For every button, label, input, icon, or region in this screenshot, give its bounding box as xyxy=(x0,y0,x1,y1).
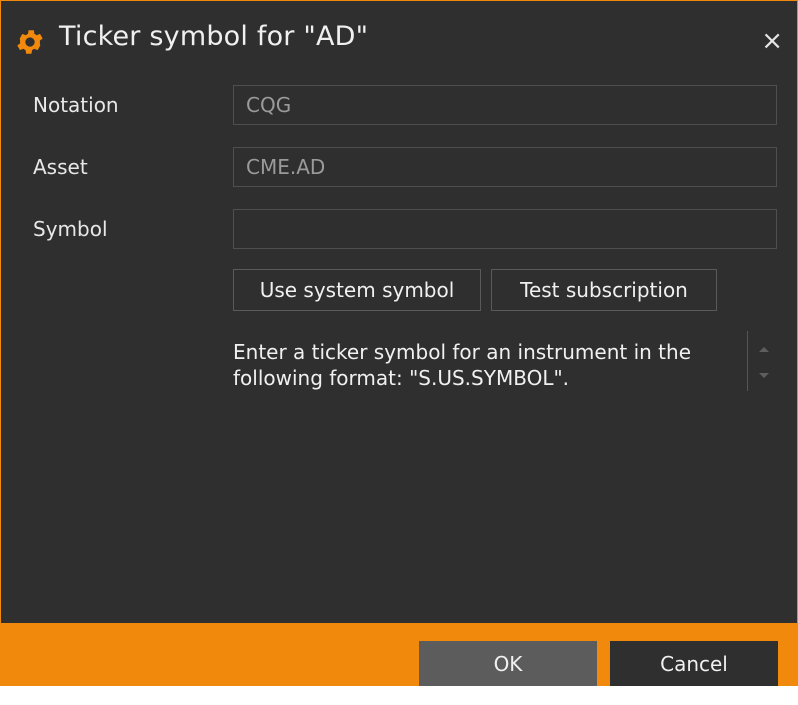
title-bar[interactable]: Ticker symbol for "AD" × xyxy=(1,1,797,81)
scroll-down-icon[interactable] xyxy=(759,373,769,378)
asset-field[interactable] xyxy=(233,147,777,187)
symbol-label: Symbol xyxy=(33,217,108,241)
help-text-scrollbar[interactable] xyxy=(747,331,778,391)
dialog-footer: OK Cancel xyxy=(1,623,797,686)
help-text-line-2: following format: "S.US.SYMBOL". xyxy=(233,366,570,390)
gear-icon xyxy=(17,30,43,54)
notation-label: Notation xyxy=(33,93,119,117)
symbol-input[interactable] xyxy=(233,209,777,249)
scroll-up-icon[interactable] xyxy=(759,347,769,352)
use-system-symbol-button[interactable]: Use system symbol xyxy=(233,269,481,311)
dialog-body: Notation Asset Symbol Use system symbol … xyxy=(1,81,797,623)
asset-label: Asset xyxy=(33,155,88,179)
dialog-title: Ticker symbol for "AD" xyxy=(59,21,369,52)
help-text: Enter a ticker symbol for an instrument … xyxy=(233,339,733,391)
cancel-button[interactable]: Cancel xyxy=(610,641,778,686)
ticker-symbol-dialog: Ticker symbol for "AD" × Notation Asset … xyxy=(0,0,798,686)
test-subscription-button[interactable]: Test subscription xyxy=(491,269,717,311)
close-icon[interactable]: × xyxy=(761,25,783,57)
ok-button[interactable]: OK xyxy=(419,641,597,686)
notation-field[interactable] xyxy=(233,85,777,125)
help-text-line-1: Enter a ticker symbol for an instrument … xyxy=(233,340,691,364)
